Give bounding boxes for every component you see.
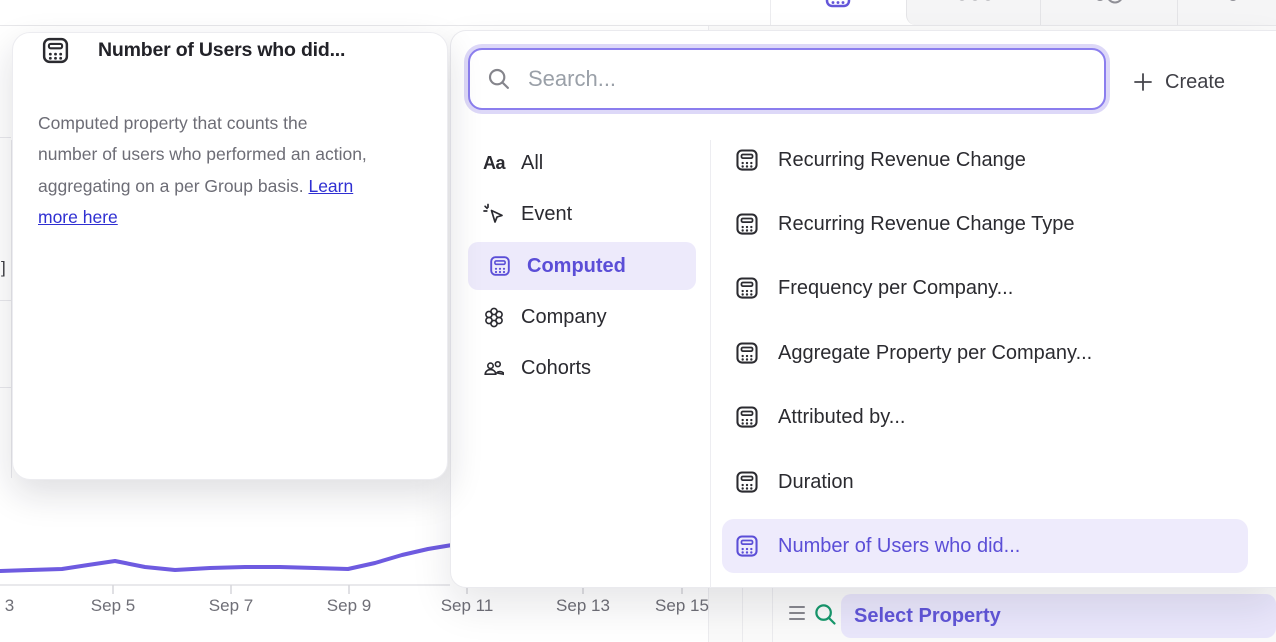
category-event[interactable]: Event — [462, 190, 698, 238]
people-icon — [482, 356, 506, 380]
tab-line-chart-active[interactable] — [823, 0, 853, 9]
category-label: Company — [521, 306, 607, 329]
property-item[interactable]: Attributed by... — [722, 390, 1248, 444]
property-item-selected[interactable]: Number of Users who did... — [722, 519, 1248, 573]
company-cluster-icon — [482, 305, 506, 329]
calculator-icon — [734, 147, 760, 173]
metric-icon — [1226, 0, 1240, 6]
category-company[interactable]: Company — [462, 293, 698, 341]
property-item-label: Frequency per Company... — [778, 277, 1013, 300]
category-cohorts[interactable]: Cohorts — [462, 344, 698, 392]
aa-icon: Aa — [482, 151, 506, 175]
select-property-field[interactable]: Select Property — [841, 594, 1276, 638]
tab-divider — [1040, 0, 1041, 25]
tab-metric[interactable] — [1226, 0, 1240, 6]
calculator-icon — [734, 404, 760, 430]
property-item[interactable]: Recurring Revenue Change Type — [722, 197, 1248, 251]
calculator-icon — [734, 340, 760, 366]
picker-divider — [710, 140, 711, 588]
property-item-label: Aggregate Property per Company... — [778, 342, 1092, 365]
property-item-label: Attributed by... — [778, 406, 905, 429]
x-axis-label: Sep 15 — [655, 596, 709, 616]
hidden-panel-row-divider — [0, 300, 11, 301]
property-item-label: Number of Users who did... — [778, 535, 1020, 558]
calculator-icon — [734, 275, 760, 301]
category-label: Cohorts — [521, 357, 591, 380]
cursor-sparkle-icon — [482, 202, 506, 226]
property-item[interactable]: Recurring Revenue Change — [722, 133, 1248, 187]
clipped-text-fragment: ] — [1, 258, 6, 278]
retention-icon — [1094, 0, 1128, 6]
search-input[interactable] — [526, 65, 1104, 93]
description-line: aggregating on a per Group basis. — [38, 176, 304, 196]
drag-handle-icon[interactable] — [789, 606, 805, 620]
x-axis-label: Sep 3 — [0, 596, 14, 616]
property-search-icon — [812, 601, 839, 628]
category-all[interactable]: Aa All — [462, 139, 698, 187]
calculator-icon — [734, 211, 760, 237]
tooltip-title: Number of Users who did... — [98, 39, 345, 62]
x-axis-label: Sep 5 — [91, 596, 135, 616]
property-item-label: Recurring Revenue Change Type — [778, 213, 1074, 236]
tab-retention[interactable] — [1094, 0, 1128, 6]
category-label: Computed — [527, 255, 626, 278]
tab-divider — [1177, 0, 1178, 25]
calculator-icon — [823, 0, 853, 9]
calculator-icon — [734, 469, 760, 495]
learn-more-link[interactable]: more here — [38, 207, 118, 227]
calculator-icon — [40, 35, 71, 66]
bubbles-icon — [955, 0, 995, 6]
hidden-panel-row-divider — [0, 387, 11, 388]
calculator-icon — [734, 533, 760, 559]
description-line: Computed property that counts the — [38, 113, 307, 133]
picker-search-box[interactable] — [468, 48, 1106, 110]
tooltip-description: Computed property that counts the number… — [38, 108, 418, 234]
learn-more-link[interactable]: Learn — [308, 176, 353, 196]
property-item[interactable]: Frequency per Company... — [722, 261, 1248, 315]
category-label: Event — [521, 203, 572, 226]
property-tooltip-card — [12, 32, 448, 480]
property-item-label: Duration — [778, 471, 854, 494]
query-column-divider — [742, 588, 743, 642]
hidden-panel-row-divider — [0, 137, 11, 138]
x-axis-label: Sep 13 — [556, 596, 610, 616]
select-property-label: Select Property — [854, 605, 1001, 627]
create-button-label: Create — [1165, 71, 1225, 94]
category-label: All — [521, 152, 543, 175]
property-item-label: Recurring Revenue Change — [778, 149, 1026, 172]
tab-divider — [770, 0, 771, 25]
property-item[interactable]: Duration — [722, 455, 1248, 509]
description-line: number of users who performed an action, — [38, 144, 367, 164]
x-axis-label: Sep 11 — [441, 596, 494, 616]
x-axis-label: Sep 7 — [209, 596, 253, 616]
search-icon — [486, 66, 512, 92]
x-axis-label: Sep 9 — [327, 596, 371, 616]
tab-bubbles[interactable] — [955, 0, 995, 6]
create-button[interactable]: Create — [1132, 64, 1225, 100]
calculator-icon — [488, 254, 512, 278]
query-column-divider — [772, 588, 773, 642]
plus-icon — [1132, 71, 1154, 93]
property-item[interactable]: Aggregate Property per Company... — [722, 326, 1248, 380]
category-computed[interactable]: Computed — [468, 242, 696, 290]
